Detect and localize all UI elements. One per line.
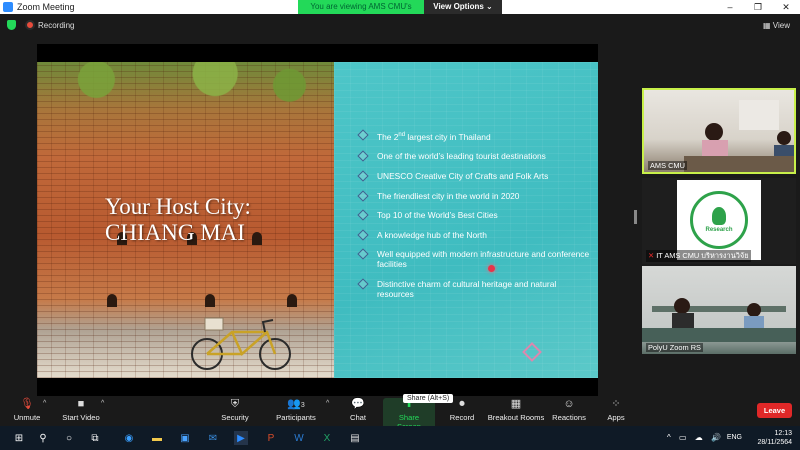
search-icon[interactable]: ⚲	[36, 431, 50, 445]
list-item: Distinctive charm of cultural heritage a…	[357, 278, 593, 299]
start-video-button[interactable]: ■ Start Video	[62, 398, 100, 422]
clock[interactable]: 12:13 28/11/2564	[757, 429, 792, 447]
laser-pointer-icon	[488, 265, 495, 272]
clock-time: 12:13	[774, 430, 792, 437]
window-controls: – ❐ ✕	[716, 0, 800, 14]
powerpoint-icon[interactable]: P	[264, 431, 278, 445]
list-item: Well equipped with modern infrastructure…	[357, 248, 593, 269]
task-view-icon[interactable]: ⧉	[88, 431, 102, 445]
muted-mic-icon: ✕	[648, 251, 657, 260]
shared-slide: Your Host City: CHIANG MAI The 2nd large…	[37, 62, 598, 378]
reactions-icon: ☺	[563, 398, 575, 410]
breakout-rooms-button[interactable]: ▦ Breakout Rooms	[487, 398, 545, 422]
security-button[interactable]: ⛨ Security	[220, 398, 250, 422]
diamond-bullet-icon	[357, 229, 369, 241]
wall-window	[205, 294, 215, 307]
list-item: One of the world’s leading tourist desti…	[357, 150, 593, 163]
chat-button[interactable]: 💬 Chat	[348, 398, 368, 422]
view-label: View	[772, 21, 790, 30]
participant-name: ✕ IT AMS CMU บริหารงานวิจัย	[646, 250, 751, 262]
record-icon: ⏺	[459, 398, 465, 410]
apps-button[interactable]: ⁘ Apps	[605, 398, 627, 422]
participant-tile[interactable]: Research ✕ IT AMS CMU บริหารงานวิจัย	[642, 178, 796, 264]
view-button[interactable]: ▦ View	[763, 21, 790, 30]
diamond-bullet-icon	[357, 150, 369, 163]
file-explorer-icon[interactable]: ▬	[150, 431, 164, 445]
slide-content-panel: The 2nd largest city in Thailand One of …	[334, 62, 598, 378]
grid-icon: ▦	[763, 21, 773, 30]
windows-start-icon[interactable]: ⊞	[12, 431, 26, 445]
clock-date: 28/11/2564	[757, 439, 792, 446]
excel-icon[interactable]: X	[320, 431, 334, 445]
diamond-bullet-icon	[357, 189, 369, 202]
reactions-button[interactable]: ☺ Reactions	[552, 398, 586, 422]
viewing-share-banner: You are viewing AMS CMU's screen	[298, 0, 424, 25]
participant-name: AMS CMU	[648, 161, 687, 170]
participant-tile-active[interactable]: AMS CMU	[642, 88, 796, 174]
wall-window	[287, 294, 297, 307]
meeting-topbar: Recording ▦ View	[0, 14, 800, 36]
os-taskbar: ⊞ ⚲ ○ ⧉ ◉ ▬ ▣ ✉ ▶ P W X ▤ ^ ▭ ☁ 🔊 ENG 12…	[0, 426, 800, 450]
video-options-caret[interactable]: ^	[101, 400, 104, 407]
slide-title-line1: Your Host City:	[105, 194, 251, 219]
mail-icon[interactable]: ✉	[206, 431, 220, 445]
recording-label: Recording	[38, 21, 75, 30]
system-tray-icons[interactable]: ^ ▭ ☁ 🔊	[667, 433, 724, 442]
participants-button[interactable]: 👥3 Participants	[276, 398, 316, 422]
participant-tile[interactable]: PolyU Zoom RS	[642, 266, 796, 354]
split-handle-left[interactable]	[634, 210, 637, 224]
participant-video	[684, 100, 794, 172]
participants-caret[interactable]: ^	[326, 400, 329, 407]
participants-icon: 👥3	[287, 398, 305, 410]
maximize-button[interactable]: ❐	[744, 0, 772, 14]
diamond-bullet-icon	[357, 209, 369, 221]
store-icon[interactable]: ▣	[178, 431, 192, 445]
slide-title: Your Host City: CHIANG MAI	[105, 194, 305, 246]
mic-muted-icon: 🎙	[20, 398, 34, 410]
audio-options-caret[interactable]: ^	[43, 400, 46, 407]
camera-off-icon: ■	[77, 398, 85, 410]
close-button[interactable]: ✕	[772, 0, 800, 14]
list-item: UNESCO Creative City of Crafts and Folk …	[357, 170, 593, 182]
encryption-shield-icon[interactable]	[7, 20, 16, 30]
diamond-bullet-icon	[357, 248, 369, 261]
app-icon[interactable]: ▤	[348, 431, 362, 445]
minimize-button[interactable]: –	[716, 0, 744, 14]
participant-count: 3	[300, 402, 305, 409]
unmute-button[interactable]: 🎙 Unmute	[12, 398, 42, 422]
slide-title-line2: CHIANG MAI	[105, 220, 245, 245]
chat-icon: 💬	[351, 398, 365, 410]
view-options-button[interactable]: View Options ⌄	[424, 0, 502, 14]
logo-text: Research	[705, 227, 733, 233]
participant-name: PolyU Zoom RS	[646, 343, 703, 352]
diamond-bullet-icon	[357, 170, 369, 182]
shield-icon: ⛨	[230, 398, 240, 410]
language-indicator[interactable]: ENG	[727, 434, 742, 441]
apps-icon: ⁘	[611, 398, 621, 410]
list-item: The friendliest city in the world in 202…	[357, 189, 593, 202]
tree-foliage	[37, 62, 334, 120]
edge-browser-icon[interactable]: ◉	[122, 431, 136, 445]
participant-video	[642, 298, 796, 342]
slide-bullet-list: The 2nd largest city in Thailand One of …	[357, 129, 593, 309]
breakout-rooms-icon: ▦	[510, 398, 522, 410]
diamond-bullet-icon	[357, 278, 369, 290]
word-icon[interactable]: W	[292, 431, 306, 445]
leave-button[interactable]: Leave	[757, 403, 792, 418]
list-item: A knowledge hub of the North	[357, 229, 593, 241]
diamond-bullet-icon	[357, 129, 369, 141]
zoom-taskbar-icon[interactable]: ▶	[234, 431, 248, 445]
list-item: Top 10 of the World’s Best Cities	[357, 209, 593, 221]
window-title: Zoom Meeting	[17, 2, 75, 12]
research-logo: Research	[677, 180, 761, 260]
cortana-icon[interactable]: ○	[62, 431, 76, 445]
meeting-toolbar: 🎙 Unmute ^ ■ Start Video ^ ⛨ Security 👥3 Par…	[0, 396, 800, 431]
recording-icon	[25, 20, 35, 30]
share-tooltip: Share (Alt+S)	[403, 394, 454, 403]
wall-window	[107, 294, 117, 307]
bird-icon	[712, 207, 726, 225]
bicycle-image	[191, 317, 291, 370]
list-item: The 2nd largest city in Thailand	[357, 129, 593, 142]
zoom-logo-icon	[3, 2, 13, 12]
